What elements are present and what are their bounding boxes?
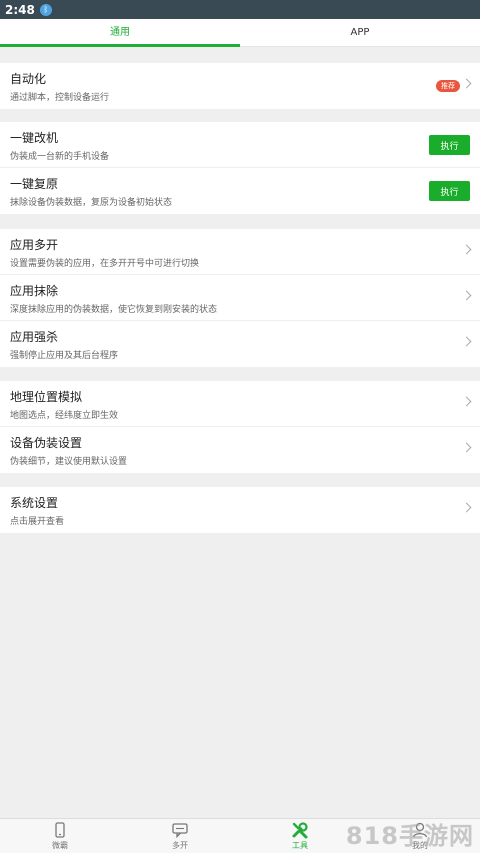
- group-device: 地理位置模拟 地图选点，经纬度立即生效 设备伪装设置 伪装细节，建议使用默认设置: [0, 381, 480, 473]
- top-tabs: 通用 APP: [0, 19, 480, 47]
- row-title: 应用抹除: [10, 284, 59, 298]
- chevron-right-icon: [461, 78, 472, 89]
- row-subtitle: 通过脚本，控制设备运行: [10, 93, 110, 103]
- row-title: 自动化: [10, 72, 47, 86]
- row-subtitle: 设置需要伪装的应用，在多开开号中可进行切换: [10, 259, 200, 269]
- chevron-right-icon: [461, 502, 472, 513]
- phone-icon: [55, 822, 65, 838]
- row-subtitle: 强制停止应用及其后台程序: [10, 351, 119, 361]
- group-one-key: 一键改机 伪装成一台新的手机设备 执行 一键复原 抹除设备伪装数据，复原为设备初…: [0, 122, 480, 214]
- chevron-right-icon: [461, 336, 472, 347]
- row-subtitle: 伪装成一台新的手机设备: [10, 152, 110, 162]
- row-app-erase[interactable]: 应用抹除 深度抹除应用的伪装数据，使它恢复到刚安装的状态: [0, 275, 480, 321]
- row-subtitle: 点击展开查看: [10, 517, 65, 527]
- nav-weiba[interactable]: 微霸: [0, 819, 120, 853]
- row-app-kill[interactable]: 应用强杀 强制停止应用及其后台程序: [0, 321, 480, 367]
- row-title: 应用多开: [10, 238, 59, 252]
- chevron-right-icon: [461, 290, 472, 301]
- bluetooth-icon: ᛒ: [39, 3, 52, 16]
- row-title: 系统设置: [10, 496, 59, 510]
- row-app-multi[interactable]: 应用多开 设置需要伪装的应用，在多开开号中可进行切换: [0, 229, 480, 275]
- tab-app[interactable]: APP: [240, 19, 480, 46]
- row-system-settings[interactable]: 系统设置 点击展开查看: [0, 487, 480, 533]
- row-subtitle: 地图选点，经纬度立即生效: [10, 411, 119, 421]
- execute-button[interactable]: 执行: [429, 135, 470, 155]
- recommend-badge: 推荐: [436, 80, 460, 92]
- row-title: 一键复原: [10, 177, 59, 191]
- status-time: 2:48: [5, 2, 35, 17]
- group-app: 应用多开 设置需要伪装的应用，在多开开号中可进行切换 应用抹除 深度抹除应用的伪…: [0, 229, 480, 367]
- row-subtitle: 抹除设备伪装数据，复原为设备初始状态: [10, 198, 173, 208]
- tab-general[interactable]: 通用: [0, 19, 240, 47]
- row-subtitle: 深度抹除应用的伪装数据，使它恢复到刚安装的状态: [10, 305, 218, 315]
- nav-tools[interactable]: 工具: [240, 819, 360, 853]
- row-device-spoof[interactable]: 设备伪装设置 伪装细节，建议使用默认设置: [0, 427, 480, 473]
- chat-icon: [172, 823, 188, 839]
- nav-label: 微霸: [52, 841, 68, 850]
- row-title: 地理位置模拟: [10, 390, 83, 404]
- row-one-key-restore: 一键复原 抹除设备伪装数据，复原为设备初始状态 执行: [0, 168, 480, 214]
- row-title: 设备伪装设置: [10, 436, 83, 450]
- row-one-key-modify: 一键改机 伪装成一台新的手机设备 执行: [0, 122, 480, 168]
- row-subtitle: 伪装细节，建议使用默认设置: [10, 457, 128, 467]
- tools-icon: [292, 822, 308, 839]
- chevron-right-icon: [461, 396, 472, 407]
- row-geo-mock[interactable]: 地理位置模拟 地图选点，经纬度立即生效: [0, 381, 480, 427]
- status-bar: 2:48 ᛒ: [0, 0, 480, 19]
- group-automation: 自动化 通过脚本，控制设备运行 推荐: [0, 63, 480, 109]
- nav-label: 多开: [172, 841, 188, 850]
- row-automation[interactable]: 自动化 通过脚本，控制设备运行 推荐: [0, 63, 480, 109]
- row-title: 应用强杀: [10, 330, 59, 344]
- group-system: 系统设置 点击展开查看: [0, 487, 480, 533]
- row-title: 一键改机: [10, 131, 59, 145]
- site-watermark: 818手游网: [345, 822, 474, 850]
- nav-label: 工具: [292, 841, 308, 850]
- nav-multi[interactable]: 多开: [120, 819, 240, 853]
- chevron-right-icon: [461, 244, 472, 255]
- chevron-right-icon: [461, 442, 472, 453]
- execute-button[interactable]: 执行: [429, 181, 470, 201]
